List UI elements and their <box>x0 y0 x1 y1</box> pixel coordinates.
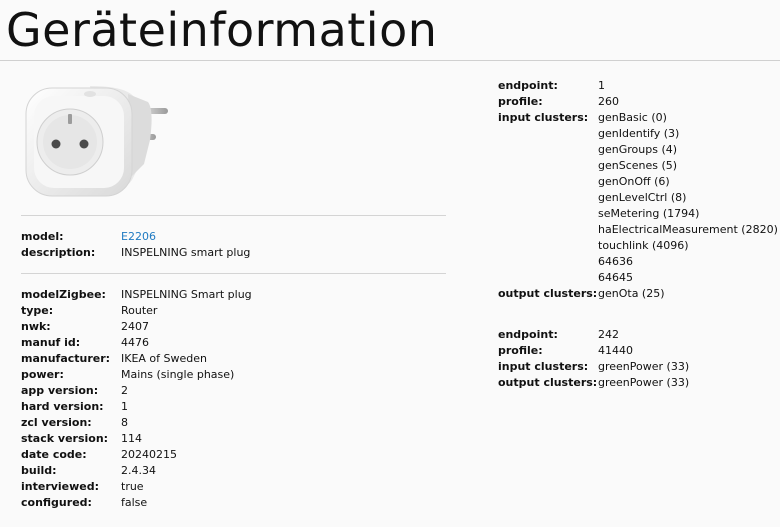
detail-value: false <box>121 496 148 509</box>
detail-value: true <box>121 480 144 493</box>
smart-plug-image <box>25 86 168 197</box>
output-cluster-value: genOta (25) <box>598 287 665 300</box>
detail-label: stack version: <box>21 432 109 445</box>
detail-value: 1 <box>121 400 128 413</box>
detail-value: 20240215 <box>121 448 177 461</box>
model-label: model: <box>21 230 64 243</box>
profile-label: profile: <box>498 344 543 357</box>
detail-value: INSPELNING Smart plug <box>121 288 252 301</box>
input-cluster-value: genOnOff (6) <box>598 175 670 188</box>
description-label: description: <box>21 246 96 259</box>
detail-label: interviewed: <box>21 480 100 493</box>
detail-value: 114 <box>121 432 142 445</box>
detail-value: 8 <box>121 416 128 429</box>
input-cluster-value: genIdentify (3) <box>598 127 680 140</box>
input-cluster-value: haElectricalMeasurement (2820) <box>598 223 778 236</box>
output-cluster-label: output clusters: <box>498 287 598 300</box>
input-cluster-value: 64636 <box>598 255 633 268</box>
output-cluster-label: output clusters: <box>498 376 598 389</box>
detail-label: modelZigbee: <box>21 288 106 301</box>
input-cluster-value: genLevelCtrl (8) <box>598 191 687 204</box>
input-cluster-value: seMetering (1794) <box>598 207 700 220</box>
detail-value: 2.4.34 <box>121 464 156 477</box>
profile-label: profile: <box>498 95 543 108</box>
page-title: Geräteinformation <box>6 3 438 57</box>
model-value: E2206 <box>121 229 156 245</box>
output-cluster-value: greenPower (33) <box>598 376 690 389</box>
input-cluster-value: genGroups (4) <box>598 143 678 156</box>
detail-label: date code: <box>21 448 87 461</box>
input-cluster-label: input clusters: <box>498 360 589 373</box>
detail-label: nwk: <box>21 320 51 333</box>
profile-value: 41440 <box>598 344 633 357</box>
detail-value: IKEA of Sweden <box>121 352 207 365</box>
detail-value: Router <box>121 304 158 317</box>
detail-label: manuf id: <box>21 336 81 349</box>
title-divider <box>0 60 780 61</box>
detail-label: type: <box>21 304 54 317</box>
input-cluster-value: genBasic (0) <box>598 111 667 124</box>
endpoint-value: 1 <box>598 79 605 92</box>
section-divider <box>21 215 446 216</box>
detail-value: 4476 <box>121 336 149 349</box>
input-cluster-value: touchlink (4096) <box>598 239 689 252</box>
model-link[interactable]: E2206 <box>121 230 156 243</box>
endpoint-label: endpoint: <box>498 328 558 341</box>
input-cluster-value: greenPower (33) <box>598 360 690 373</box>
endpoint-label: endpoint: <box>498 79 558 92</box>
input-cluster-value: genScenes (5) <box>598 159 678 172</box>
section-divider <box>21 273 446 274</box>
detail-label: manufacturer: <box>21 352 111 365</box>
description-value: INSPELNING smart plug <box>121 246 251 259</box>
detail-label: build: <box>21 464 57 477</box>
detail-value: 2 <box>121 384 128 397</box>
detail-label: app version: <box>21 384 99 397</box>
input-cluster-label: input clusters: <box>498 111 589 124</box>
endpoint-value: 242 <box>598 328 619 341</box>
profile-value: 260 <box>598 95 619 108</box>
detail-label: configured: <box>21 496 92 509</box>
detail-label: zcl version: <box>21 416 92 429</box>
detail-label: power: <box>21 368 64 381</box>
detail-value: Mains (single phase) <box>121 368 235 381</box>
detail-value: 2407 <box>121 320 149 333</box>
input-cluster-value: 64645 <box>598 271 633 284</box>
detail-label: hard version: <box>21 400 104 413</box>
